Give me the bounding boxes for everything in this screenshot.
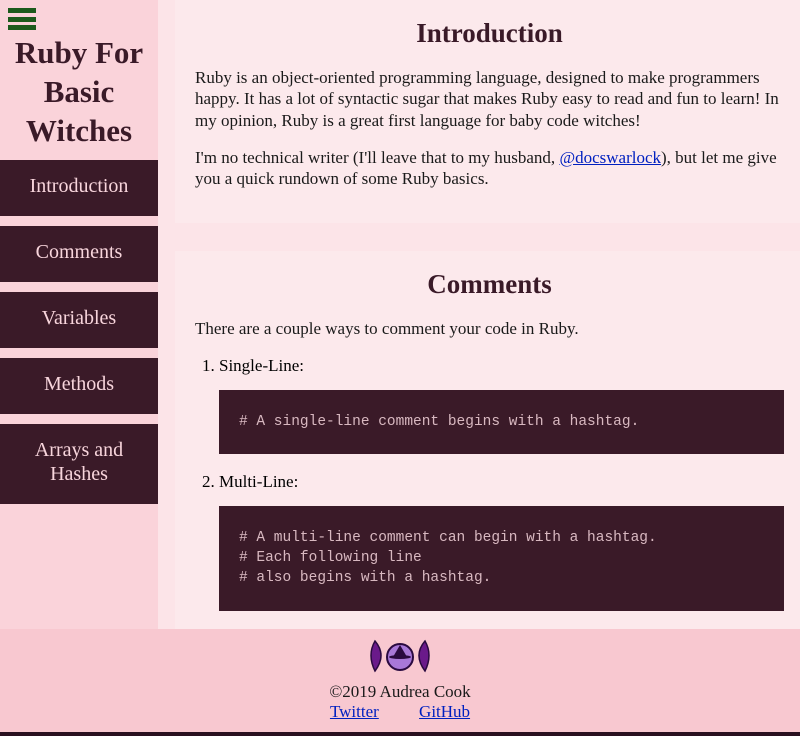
section-introduction: Introduction Ruby is an object-oriented … xyxy=(175,0,800,223)
witch-logo-icon xyxy=(355,635,445,675)
code-multi-line: # A multi-line comment can begin with a … xyxy=(219,506,784,611)
comments-intro: There are a couple ways to comment your … xyxy=(195,318,784,339)
intro-heading: Introduction xyxy=(195,18,784,49)
nav-item-comments[interactable]: Comments xyxy=(0,226,158,282)
intro-paragraph-1: Ruby is an object-oriented programming l… xyxy=(195,67,784,131)
hamburger-icon[interactable] xyxy=(8,8,36,30)
sidebar: Ruby For Basic Witches Introduction Comm… xyxy=(0,0,158,629)
link-twitter[interactable]: Twitter xyxy=(330,702,379,721)
nav-item-methods[interactable]: Methods xyxy=(0,358,158,414)
intro-paragraph-2: I'm no technical writer (I'll leave that… xyxy=(195,147,784,190)
comments-list: Single-Line: # A single-line comment beg… xyxy=(219,356,784,611)
nav-list: Introduction Comments Variables Methods … xyxy=(0,160,158,504)
copyright: ©2019 Audrea Cook xyxy=(0,682,800,702)
site-title: Ruby For Basic Witches xyxy=(0,30,158,160)
comment-single-line: Single-Line: # A single-line comment beg… xyxy=(219,356,784,454)
comments-heading: Comments xyxy=(195,269,784,300)
nav-item-variables[interactable]: Variables xyxy=(0,292,158,348)
link-docswarlock[interactable]: @docswarlock xyxy=(559,148,661,167)
comment-multi-line: Multi-Line: # A multi-line comment can b… xyxy=(219,472,784,611)
nav-item-arrays-hashes[interactable]: Arrays and Hashes xyxy=(0,424,158,504)
main-content: Introduction Ruby is an object-oriented … xyxy=(175,0,800,629)
section-comments: Comments There are a couple ways to comm… xyxy=(175,251,800,629)
link-github[interactable]: GitHub xyxy=(419,702,470,721)
footer-links: Twitter GitHub xyxy=(0,702,800,722)
nav-item-introduction[interactable]: Introduction xyxy=(0,160,158,216)
footer: ©2019 Audrea Cook Twitter GitHub xyxy=(0,629,800,736)
code-single-line: # A single-line comment begins with a ha… xyxy=(219,390,784,454)
